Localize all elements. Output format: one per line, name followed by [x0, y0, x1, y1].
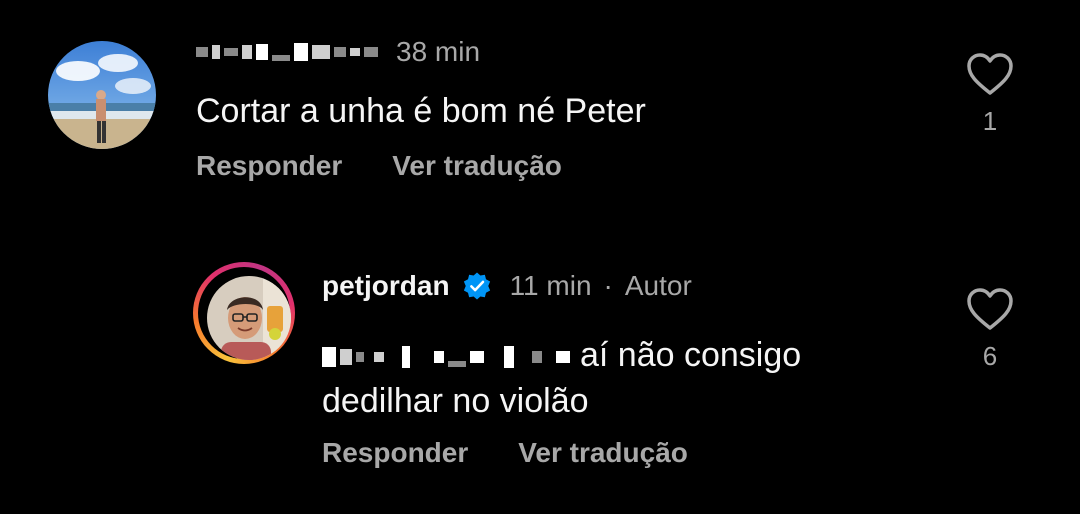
translate-button[interactable]: Ver tradução: [518, 437, 688, 469]
author-avatar: [207, 276, 291, 360]
story-ring[interactable]: [193, 262, 295, 364]
reply-time: 11 min: [509, 270, 592, 301]
portrait-photo: [207, 276, 291, 360]
reply-item: petjordan 11 min · Autor aí não consigo …: [0, 0, 1080, 514]
reply-button[interactable]: Responder: [322, 437, 468, 469]
reply-text-line2: dedilhar no violão: [322, 382, 589, 420]
heart-icon[interactable]: [966, 287, 1014, 331]
reply-meta: petjordan 11 min · Autor: [322, 266, 692, 306]
reply-actions: Responder Ver tradução: [322, 437, 688, 469]
meta-separator: ·: [603, 270, 613, 301]
reply-text: aí não consigo dedilhar no violão: [322, 332, 922, 424]
like-count: 6: [982, 341, 998, 371]
verified-badge-icon: [463, 272, 490, 300]
author-tag: Autor: [624, 270, 692, 301]
author-username[interactable]: petjordan: [322, 270, 450, 302]
reply-text-line1: aí não consigo: [580, 336, 802, 374]
pixelated-mention[interactable]: [322, 340, 570, 374]
like-group: 6: [962, 287, 1018, 372]
